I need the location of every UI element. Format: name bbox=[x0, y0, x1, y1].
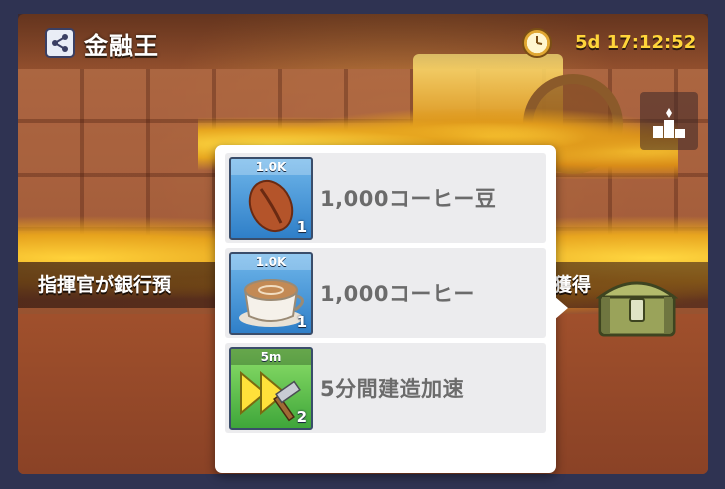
chest-icon bbox=[595, 281, 679, 337]
coffee-bean-item-icon[interactable]: 1.0K 1 bbox=[229, 157, 313, 240]
reward-chest-button[interactable] bbox=[595, 275, 679, 337]
share-icon bbox=[52, 34, 68, 52]
item-label: 1,000コーヒー bbox=[320, 282, 475, 306]
list-item: 1.0K 1 1,000コーヒー豆 bbox=[225, 153, 546, 243]
podium-icon bbox=[653, 108, 685, 138]
item-count: 1 bbox=[296, 313, 307, 331]
item-count: 2 bbox=[296, 408, 307, 426]
speedup-item-icon[interactable]: 5m 2 bbox=[229, 347, 313, 430]
list-item: 1.0K 1 1,000コーヒー bbox=[225, 248, 546, 338]
reward-popup: 1.0K 1 1,000コーヒー豆 1.0K 1 1,000コーヒー 5m 2 … bbox=[215, 145, 556, 473]
list-item: 5m 2 5分間建造加速 bbox=[225, 343, 546, 433]
clock-icon bbox=[522, 28, 552, 58]
item-count: 1 bbox=[296, 218, 307, 236]
info-text-end: 獲得 bbox=[553, 274, 592, 296]
ranking-button[interactable] bbox=[640, 92, 698, 150]
info-text: 指揮官が銀行預 bbox=[38, 274, 172, 296]
coffee-cup-item-icon[interactable]: 1.0K 1 bbox=[229, 252, 313, 335]
page-title: 金融王 bbox=[84, 32, 159, 60]
popup-pointer bbox=[554, 296, 568, 320]
share-button[interactable] bbox=[45, 28, 75, 58]
item-label: 5分間建造加速 bbox=[320, 377, 465, 401]
event-timer: 5d 17:12:52 bbox=[575, 32, 697, 53]
item-label: 1,000コーヒー豆 bbox=[320, 187, 497, 211]
